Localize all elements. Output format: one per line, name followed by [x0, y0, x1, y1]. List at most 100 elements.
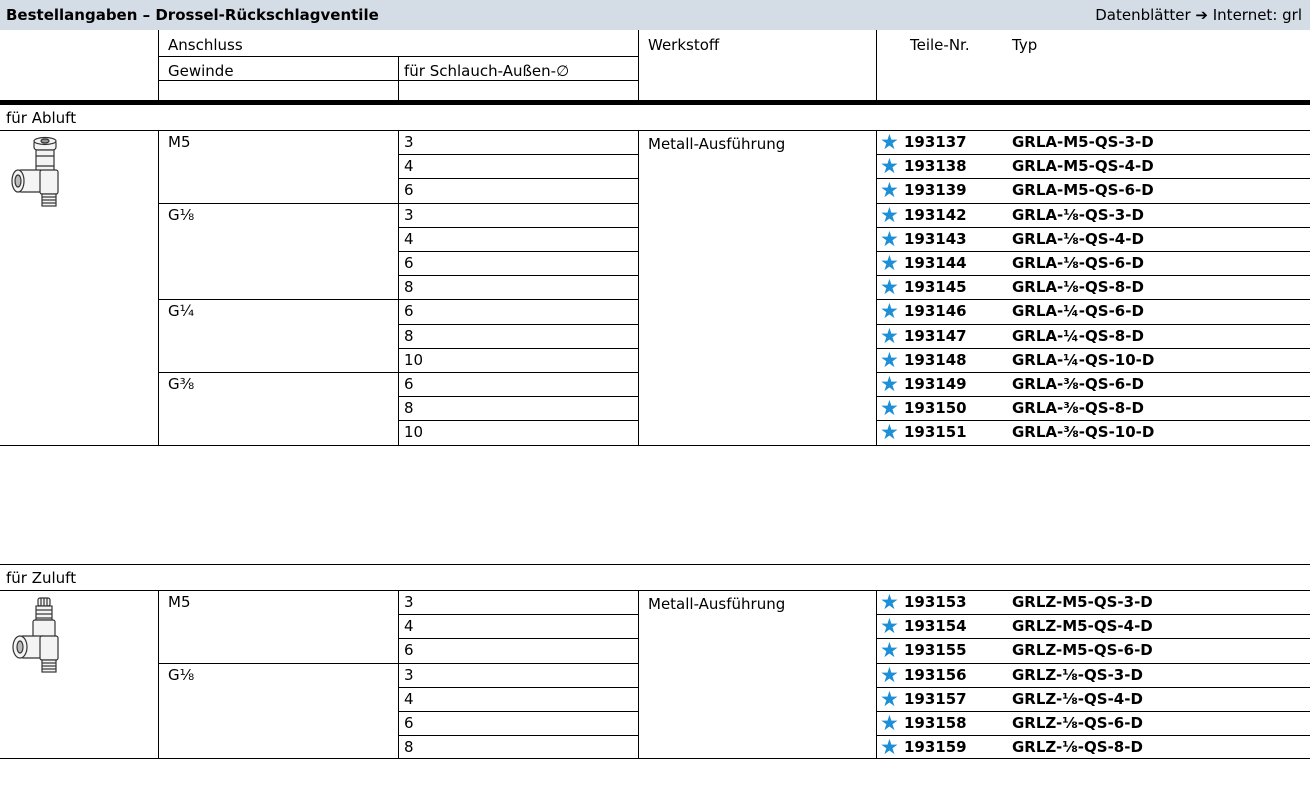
type-code[interactable]: GRLZ-M5-QS-6-D	[1012, 639, 1153, 661]
tube-diameter: 3	[404, 665, 414, 684]
type-code[interactable]: GRLA-¼-QS-8-D	[1012, 325, 1144, 347]
part-number[interactable]: 193150	[904, 397, 967, 419]
part-number[interactable]: 193157	[904, 688, 967, 710]
star-icon: ★	[880, 130, 899, 154]
header-gewinde: Gewinde	[168, 62, 234, 80]
part-number[interactable]: 193147	[904, 325, 967, 347]
star-icon: ★	[880, 711, 899, 735]
star-icon: ★	[880, 275, 899, 300]
part-number[interactable]: 193156	[904, 664, 967, 686]
type-code[interactable]: GRLZ-⅛-QS-4-D	[1012, 688, 1143, 710]
tube-diameter: 8	[404, 399, 414, 418]
part-number[interactable]: 193137	[904, 131, 967, 153]
type-code[interactable]: GRLA-¼-QS-6-D	[1012, 300, 1144, 322]
type-code[interactable]: GRLA-⅜-QS-6-D	[1012, 373, 1144, 395]
tube-diameter: 8	[404, 738, 414, 757]
header-anschluss: Anschluss	[168, 36, 243, 54]
type-code[interactable]: GRLA-⅛-QS-4-D	[1012, 228, 1144, 250]
part-number[interactable]: 193153	[904, 591, 967, 613]
order-data-sheet: Bestellangaben – Drossel-Rückschlagventi…	[0, 0, 1310, 811]
type-code[interactable]: GRLA-M5-QS-3-D	[1012, 131, 1154, 153]
row-divider	[398, 178, 638, 180]
exhaust-fitting-image	[8, 136, 72, 220]
type-code[interactable]: GRLA-⅛-QS-6-D	[1012, 252, 1144, 274]
star-icon: ★	[880, 347, 899, 372]
row-divider	[0, 444, 1310, 446]
type-code[interactable]: GRLA-M5-QS-6-D	[1012, 179, 1154, 201]
row-divider	[0, 758, 1310, 760]
type-code[interactable]: GRLA-¼-QS-10-D	[1012, 349, 1154, 371]
star-icon: ★	[880, 154, 899, 179]
row-divider	[158, 202, 638, 204]
row-divider	[398, 275, 638, 277]
column-divider	[638, 590, 639, 760]
material-label: Metall-Ausführung	[648, 135, 786, 153]
part-number[interactable]: 193144	[904, 252, 967, 274]
thread-size: M5	[168, 133, 191, 151]
part-number[interactable]: 193146	[904, 300, 967, 322]
type-code[interactable]: GRLA-⅜-QS-10-D	[1012, 421, 1154, 443]
part-number[interactable]: 193151	[904, 421, 967, 443]
column-divider	[398, 56, 399, 100]
part-number[interactable]: 193145	[904, 276, 967, 298]
supply-fitting-image	[8, 596, 72, 686]
angle-fitting-supply-image	[12, 597, 59, 673]
row-divider	[398, 396, 638, 398]
column-divider	[158, 590, 159, 760]
star-icon: ★	[880, 686, 899, 711]
row-divider	[398, 154, 638, 156]
title-bar: Bestellangaben – Drossel-Rückschlagventi…	[0, 0, 1310, 30]
column-divider	[398, 130, 399, 445]
tube-diameter: 4	[404, 229, 414, 248]
type-code[interactable]: GRLA-⅜-QS-8-D	[1012, 397, 1144, 419]
part-number[interactable]: 193143	[904, 228, 967, 250]
thread-size: G⅛	[168, 205, 195, 224]
row-divider	[398, 735, 638, 737]
tube-diameter: 4	[404, 689, 414, 708]
star-icon: ★	[880, 323, 899, 348]
part-number[interactable]: 193148	[904, 349, 967, 371]
tube-diameter: 6	[404, 641, 414, 660]
type-code[interactable]: GRLZ-⅛-QS-3-D	[1012, 664, 1143, 686]
part-number[interactable]: 193149	[904, 373, 967, 395]
column-divider	[876, 590, 877, 760]
part-number[interactable]: 193139	[904, 179, 967, 201]
tube-diameter: 6	[404, 302, 414, 321]
row-divider	[398, 420, 638, 422]
star-icon: ★	[880, 251, 899, 275]
column-divider	[876, 130, 877, 445]
part-number[interactable]: 193159	[904, 736, 967, 758]
thread-size: G¼	[168, 302, 195, 321]
row-divider	[398, 614, 638, 616]
type-code[interactable]: GRLA-M5-QS-4-D	[1012, 155, 1154, 177]
section-label: für Abluft	[6, 109, 77, 127]
part-number[interactable]: 193154	[904, 615, 967, 637]
header-werkstoff: Werkstoff	[648, 36, 720, 54]
star-icon: ★	[880, 735, 899, 760]
column-divider	[158, 30, 159, 100]
part-number[interactable]: 193158	[904, 712, 967, 734]
header-typ: Typ	[1012, 36, 1038, 54]
type-code[interactable]: GRLZ-⅛-QS-6-D	[1012, 712, 1143, 734]
tube-diameter: 8	[404, 326, 414, 345]
star-icon: ★	[880, 178, 899, 203]
thread-size: M5	[168, 593, 191, 611]
tube-diameter: 6	[404, 181, 414, 200]
type-code[interactable]: GRLZ-M5-QS-4-D	[1012, 615, 1153, 637]
datasheet-link[interactable]: Datenblätter ➔ Internet: grl	[1095, 0, 1302, 30]
part-number[interactable]: 193142	[904, 204, 967, 226]
part-number[interactable]: 193155	[904, 639, 967, 661]
tube-diameter: 3	[404, 133, 414, 151]
type-code[interactable]: GRLA-⅛-QS-8-D	[1012, 276, 1144, 298]
column-divider	[398, 590, 399, 760]
type-code[interactable]: GRLA-⅛-QS-3-D	[1012, 204, 1144, 226]
tube-diameter: 4	[404, 617, 414, 636]
part-number[interactable]: 193138	[904, 155, 967, 177]
column-divider	[638, 30, 639, 100]
row-divider	[158, 299, 638, 301]
row-divider	[0, 564, 1310, 565]
type-code[interactable]: GRLZ-M5-QS-3-D	[1012, 591, 1153, 613]
tube-diameter: 6	[404, 375, 414, 393]
row-divider	[398, 711, 638, 712]
type-code[interactable]: GRLZ-⅛-QS-8-D	[1012, 736, 1143, 758]
